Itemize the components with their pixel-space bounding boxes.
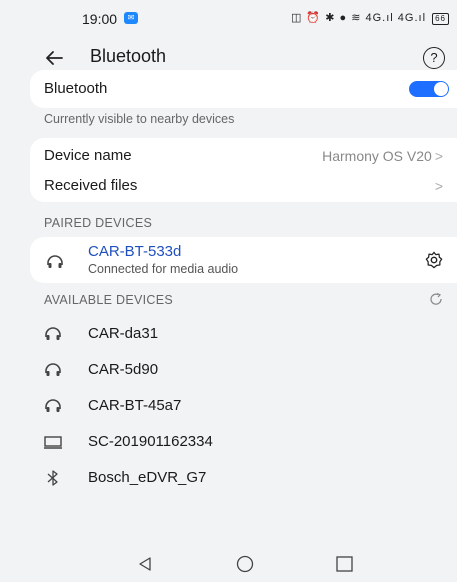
signal-label-1: 4G xyxy=(365,12,383,24)
paired-device-name: CAR-BT-533d xyxy=(88,243,182,260)
signal-label-2: 4G xyxy=(397,12,415,24)
nav-home-icon[interactable] xyxy=(236,555,254,573)
available-device-row[interactable]: CAR-BT-45a7 xyxy=(44,388,457,424)
headset-icon xyxy=(45,363,61,376)
back-arrow-icon[interactable] xyxy=(42,46,66,70)
bluetooth-toggle-card[interactable]: Bluetooth xyxy=(30,70,457,108)
bluetooth-icon xyxy=(47,470,58,486)
available-device-name: Bosch_eDVR_G7 xyxy=(88,469,207,486)
chevron-right-icon: > xyxy=(434,178,443,194)
paired-device-row[interactable]: CAR-BT-533d Connected for media audio xyxy=(30,237,457,283)
gear-icon[interactable] xyxy=(425,251,443,269)
available-device-name: SC-201901162334 xyxy=(88,433,213,450)
available-device-name: CAR-5d90 xyxy=(88,361,159,378)
available-device-row[interactable]: Bosch_eDVR_G7 xyxy=(44,460,457,496)
signal-bars-icon: .ıl xyxy=(414,12,427,24)
headset-icon xyxy=(47,255,63,268)
status-icons: ◫ ⏰ ✱ ● ≋ 4G.ıl 4G.ıl 66 xyxy=(291,11,449,25)
status-time: 19:00 xyxy=(82,11,118,27)
available-device-name: CAR-BT-45a7 xyxy=(88,397,182,414)
alarm-icon: ⏰ xyxy=(306,12,322,24)
nfc-icon: ◫ xyxy=(290,12,303,24)
available-device-row[interactable]: CAR-5d90 xyxy=(44,352,457,388)
device-name-value: Harmony OS V20 xyxy=(322,148,432,164)
battery-icon: 66 xyxy=(432,13,449,25)
message-notification-icon: ✉ xyxy=(124,12,138,24)
switch-knob xyxy=(434,82,448,96)
paired-device-status: Connected for media audio xyxy=(88,262,239,276)
chevron-right-icon: > xyxy=(434,148,443,164)
nav-recents-icon[interactable] xyxy=(336,556,353,572)
location-icon: ● xyxy=(339,12,348,24)
device-name-value-wrap: Harmony OS V20 > xyxy=(322,148,443,164)
bluetooth-switch[interactable] xyxy=(409,81,449,97)
bluetooth-label: Bluetooth xyxy=(44,80,108,97)
signal-bars-icon: .ıl xyxy=(382,12,394,24)
bluetooth-status-icon: ✱ xyxy=(325,12,336,24)
received-files-row[interactable]: Received files > xyxy=(30,170,457,202)
laptop-icon xyxy=(44,436,62,449)
available-device-row[interactable]: SC-201901162334 xyxy=(44,424,457,460)
refresh-icon[interactable] xyxy=(429,293,443,305)
status-bar: 19:00 ✉ ◫ ⏰ ✱ ● ≋ 4G.ıl 4G.ıl 66 xyxy=(0,0,457,36)
nav-back-icon[interactable] xyxy=(137,556,153,572)
question-circle-icon[interactable]: ? xyxy=(423,47,445,69)
settings-card: Device name Harmony OS V20 > Received fil… xyxy=(30,138,457,202)
battery-level: 66 xyxy=(435,14,446,23)
available-device-row[interactable]: CAR-da31 xyxy=(44,316,457,352)
system-nav-bar xyxy=(0,546,457,582)
headset-icon xyxy=(45,327,61,340)
wifi-icon: ≋ xyxy=(351,12,362,24)
device-name-row[interactable]: Device name Harmony OS V20 > xyxy=(30,138,457,170)
received-files-label: Received files xyxy=(44,177,138,194)
paired-devices-heading: PAIRED DEVICES xyxy=(44,216,153,230)
page-title: Bluetooth xyxy=(90,46,167,66)
headset-icon xyxy=(45,399,61,412)
visibility-hint: Currently visible to nearby devices xyxy=(44,112,235,126)
available-device-name: CAR-da31 xyxy=(88,325,159,342)
available-devices-heading: AVAILABLE DEVICES xyxy=(44,293,173,307)
